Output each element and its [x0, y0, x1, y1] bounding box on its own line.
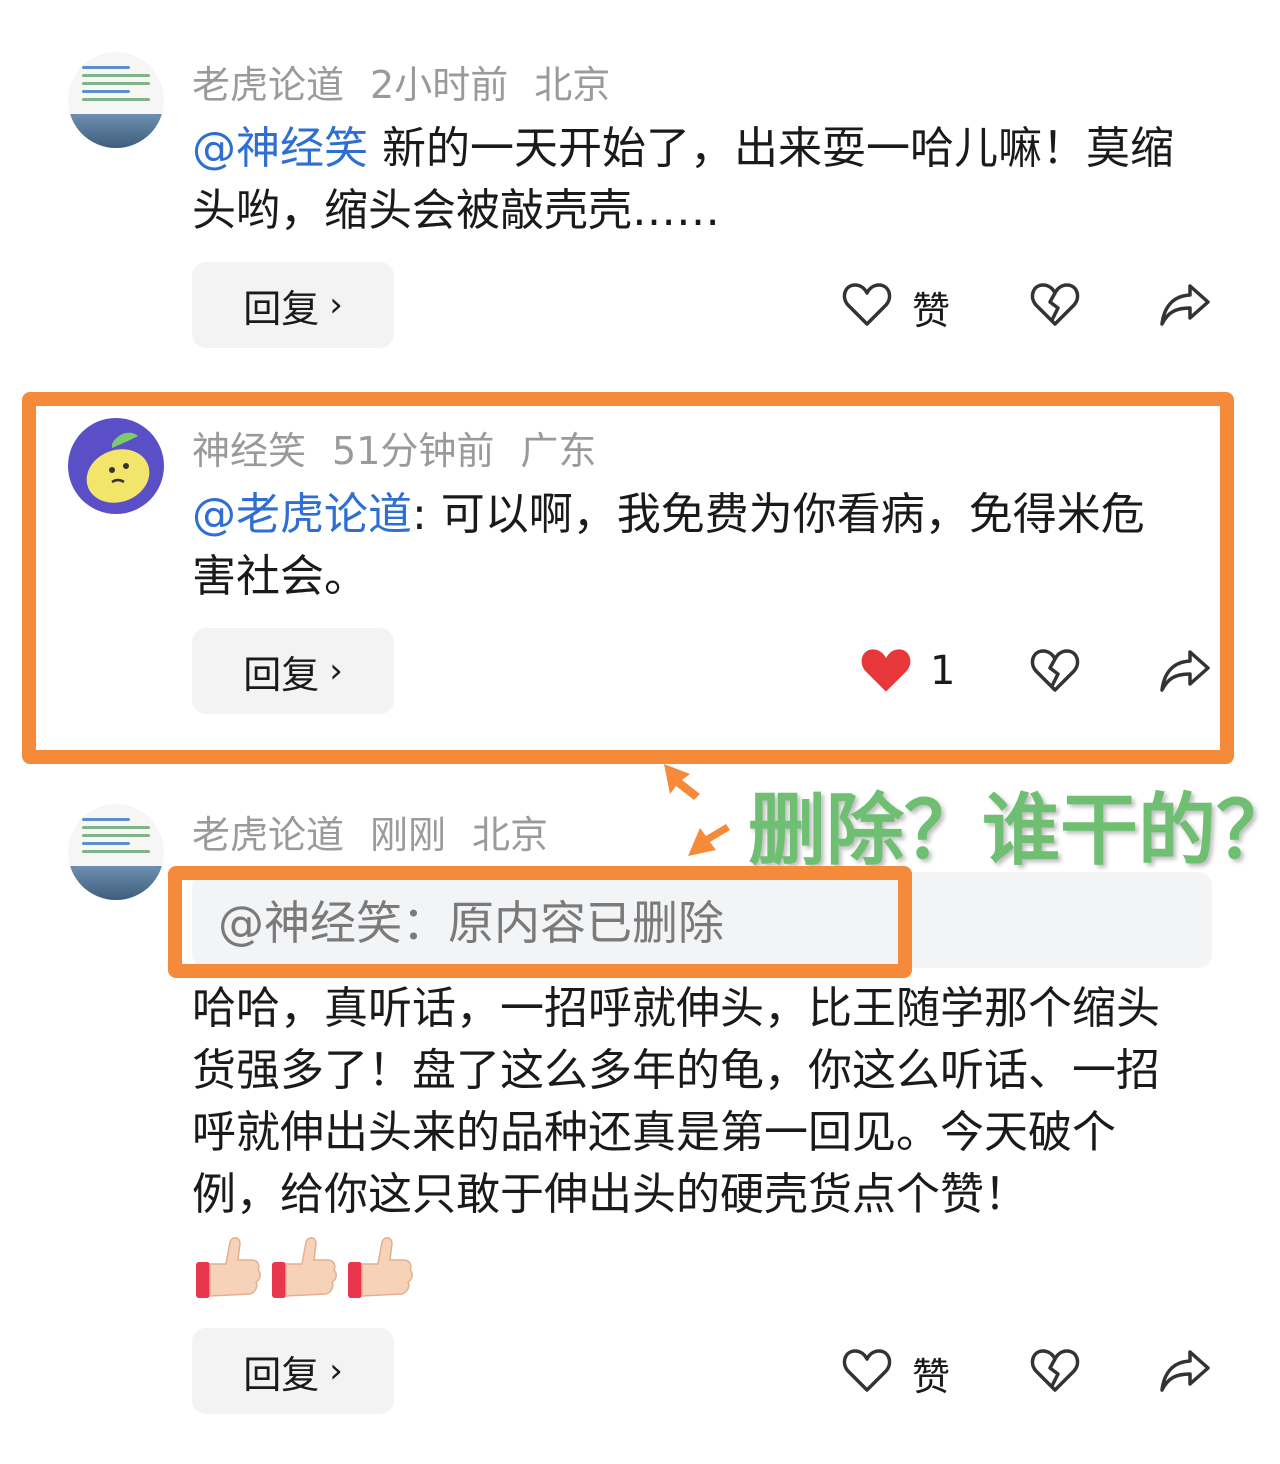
location: 北京	[534, 63, 611, 107]
heart-outline-icon[interactable]	[842, 280, 892, 328]
thumbs-up-icon	[272, 1237, 337, 1298]
comment-meta: 老虎论道 2小时前 北京	[192, 54, 636, 109]
username[interactable]: 老虎论道	[192, 813, 344, 857]
share-icon[interactable]	[1158, 280, 1212, 328]
timestamp: 刚刚	[370, 813, 447, 857]
heart-filled-icon[interactable]	[858, 644, 914, 696]
reply-button[interactable]: 回复 ›	[192, 1328, 394, 1414]
chevron-right-icon: ›	[329, 1351, 343, 1391]
avatar[interactable]	[68, 52, 164, 148]
username[interactable]: 神经笑	[192, 429, 306, 473]
location: 广东	[520, 429, 597, 473]
reply-label: 回复	[243, 1352, 320, 1397]
heart-outline-icon[interactable]	[842, 1346, 892, 1394]
like-label[interactable]: 赞	[912, 1346, 950, 1401]
comment-body: 哈哈，真听话，一招呼就伸头，比王随学那个缩头货强多了！盘了这么多年的龟，你这么听…	[192, 983, 1160, 1220]
comment-text: 哈哈，真听话，一招呼就伸头，比王随学那个缩头货强多了！盘了这么多年的龟，你这么听…	[192, 978, 1202, 1226]
username[interactable]: 老虎论道	[192, 63, 344, 107]
comment-text: @神经笑 新的一天开始了，出来耍一哈儿嘛！莫缩头哟，缩头会被敲壳壳……	[192, 118, 1212, 242]
comment-meta: 神经笑 51分钟前 广东	[192, 420, 622, 475]
reply-button[interactable]: 回复 ›	[192, 262, 394, 348]
annotation-text: 删除？谁干的？	[748, 786, 1280, 876]
comment-meta: 老虎论道 刚刚 北京	[192, 804, 574, 859]
chevron-right-icon: ›	[329, 651, 343, 691]
emoji-row	[192, 1232, 420, 1308]
chevron-right-icon: ›	[329, 285, 343, 325]
thumbs-up-icon	[348, 1237, 413, 1298]
mention-link[interactable]: @神经笑	[192, 123, 368, 174]
mention-link[interactable]: @老虎论道	[192, 489, 412, 540]
broken-heart-icon[interactable]	[1030, 1346, 1080, 1394]
annotation-arrows	[664, 764, 730, 856]
like-label[interactable]: 赞	[912, 280, 950, 335]
avatar[interactable]	[68, 418, 164, 514]
like-count: 1	[930, 648, 956, 694]
quote-highlight-frame	[168, 866, 912, 978]
broken-heart-icon[interactable]	[1030, 646, 1080, 694]
timestamp: 51分钟前	[332, 429, 495, 473]
broken-heart-icon[interactable]	[1030, 280, 1080, 328]
comment-text: @老虎论道: 可以啊，我免费为你看病，免得米危害社会。	[192, 484, 1182, 608]
avatar[interactable]	[68, 804, 164, 900]
timestamp: 2小时前	[370, 63, 509, 107]
share-icon[interactable]	[1158, 646, 1212, 694]
thumbs-up-icon	[196, 1237, 261, 1298]
reply-label: 回复	[243, 652, 320, 697]
share-icon[interactable]	[1158, 1346, 1212, 1394]
reply-label: 回复	[243, 286, 320, 331]
location: 北京	[472, 813, 549, 857]
reply-button[interactable]: 回复 ›	[192, 628, 394, 714]
